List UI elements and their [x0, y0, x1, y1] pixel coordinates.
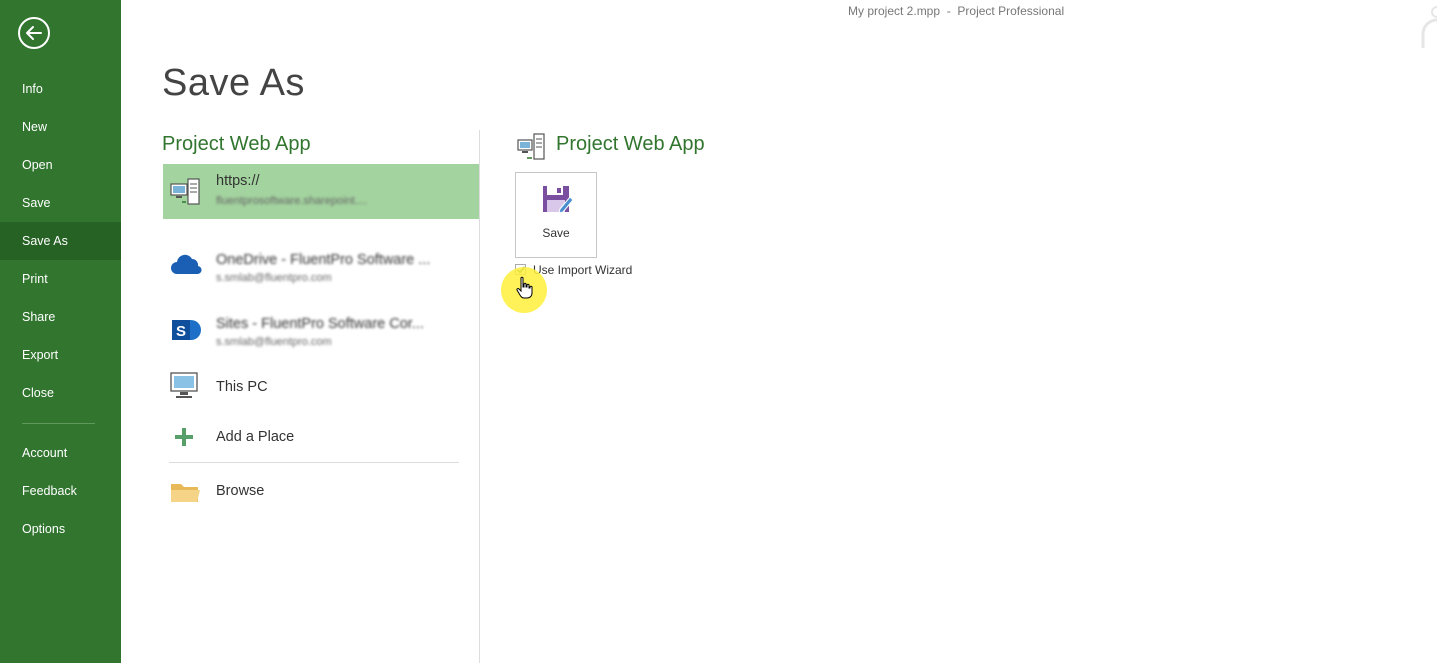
back-button[interactable]	[18, 17, 50, 49]
document-name: My project 2.mpp	[848, 4, 941, 18]
onedrive-cloud-icon	[171, 254, 202, 275]
nav-info[interactable]: Info	[0, 70, 121, 108]
app-name: Project Professional	[957, 4, 1065, 18]
place-primary-label: This PC	[216, 379, 268, 395]
column-divider	[479, 130, 480, 663]
place-primary-label: https://	[216, 173, 260, 189]
place-onedrive[interactable]: OneDrive - FluentPro Software ... s.smla…	[163, 240, 479, 295]
place-secondary-label: s.smlab@fluentpro.com	[216, 272, 332, 284]
nav-open[interactable]: Open	[0, 146, 121, 184]
place-secondary-label: fluentprosoftware.sharepoint....	[216, 195, 368, 207]
nav-share[interactable]: Share	[0, 298, 121, 336]
sharepoint-icon: S	[172, 320, 201, 340]
places-heading: Project Web App	[162, 133, 311, 155]
place-project-web-app[interactable]: https:// fluentprosoftware.sharepoint...…	[163, 164, 479, 219]
nav-options[interactable]: Options	[0, 510, 121, 548]
plus-icon	[175, 428, 193, 446]
page-title: Save As	[162, 62, 305, 104]
place-primary-label: Browse	[216, 483, 265, 499]
nav-account[interactable]: Account	[0, 434, 121, 472]
nav-new[interactable]: New	[0, 108, 121, 146]
corner-decoration-icon	[1421, 6, 1437, 48]
hand-cursor-icon	[516, 276, 533, 299]
backstage-sidebar: Info New Open Save Save As Print Share E…	[0, 0, 121, 663]
nav-close[interactable]: Close	[0, 374, 121, 412]
place-add-a-place[interactable]: Add a Place	[163, 418, 479, 458]
places-divider	[169, 462, 459, 463]
nav-print[interactable]: Print	[0, 260, 121, 298]
nav-save-as[interactable]: Save As	[0, 222, 121, 260]
save-button-label: Save	[542, 226, 570, 240]
place-sharepoint-sites[interactable]: S Sites - FluentPro Software Cor... s.sm…	[163, 304, 479, 359]
nav-save[interactable]: Save	[0, 184, 121, 222]
sidebar-divider	[22, 423, 95, 424]
place-primary-label: Sites - FluentPro Software Cor...	[216, 316, 424, 332]
place-browse[interactable]: Browse	[163, 472, 479, 512]
project-web-app-icon	[517, 133, 545, 160]
svg-text:S: S	[176, 323, 186, 340]
title-separator: -	[940, 4, 958, 18]
nav-feedback[interactable]: Feedback	[0, 472, 121, 510]
window-title: My project 2.mpp - Project Professional	[848, 4, 1064, 18]
folder-icon	[171, 484, 200, 502]
project-web-app-icon	[170, 178, 200, 205]
computer-icon	[170, 372, 198, 398]
place-primary-label: OneDrive - FluentPro Software ...	[216, 252, 431, 268]
detail-heading: Project Web App	[556, 133, 705, 155]
save-to-pwa-button[interactable]: Save	[515, 172, 597, 258]
place-primary-label: Add a Place	[216, 429, 295, 445]
nav-export[interactable]: Export	[0, 336, 121, 374]
save-floppy-icon	[543, 186, 574, 214]
place-this-pc[interactable]: This PC	[163, 368, 479, 408]
import-wizard-label: Use Import Wizard	[533, 263, 633, 277]
place-secondary-label: s.smlab@fluentpro.com	[216, 336, 332, 348]
back-arrow-icon	[26, 26, 42, 40]
